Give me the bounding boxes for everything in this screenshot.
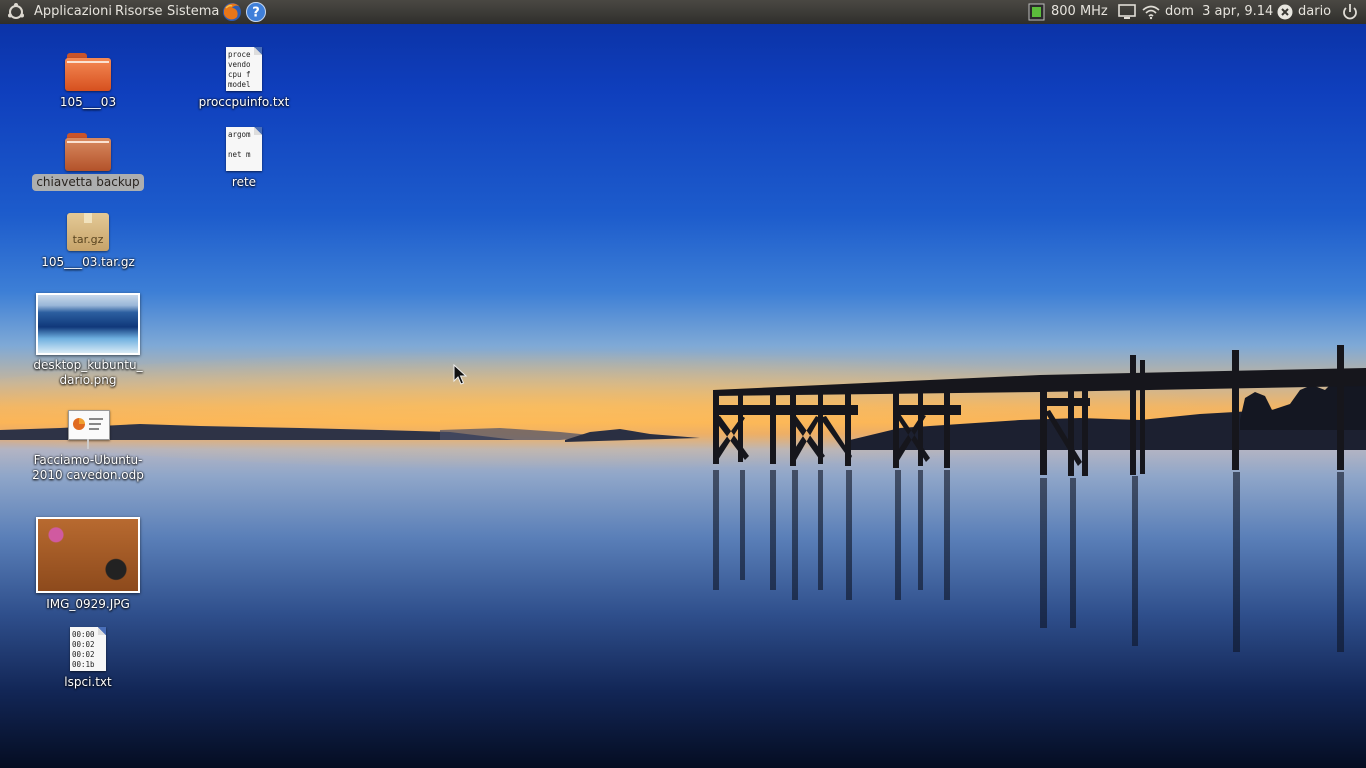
folder-icon: [65, 133, 111, 171]
folder-icon: [65, 53, 111, 91]
icon-label: desktop_kubuntu_ dario.png: [33, 358, 143, 387]
svg-text:?: ?: [252, 6, 260, 21]
desktop-background: Applicazioni Risorse Sistema ? 800 MHz d…: [0, 0, 1366, 768]
icon-label: Facciamo-Ubuntu- 2010 cavedon.odp: [32, 453, 144, 482]
menu-applicazioni[interactable]: Applicazioni: [34, 0, 112, 24]
clock[interactable]: dom 3 apr, 9.14: [1165, 0, 1273, 24]
desktop-icon-folder-105-03[interactable]: 105___03: [28, 53, 148, 111]
icon-label: IMG_0929.JPG: [46, 597, 130, 611]
presentation-icon: [68, 408, 110, 450]
user-name[interactable]: dario: [1298, 0, 1331, 24]
desktop-icon-archive[interactable]: tar.gz 105___03.tar.gz: [28, 213, 148, 271]
close-session-icon[interactable]: [1276, 0, 1294, 24]
text-file-icon: 00:00 00:02 00:02 00:1b: [70, 627, 106, 671]
menu-sistema[interactable]: Sistema: [167, 0, 219, 24]
icon-label: 105___03: [59, 95, 117, 109]
wifi-icon[interactable]: [1141, 0, 1161, 24]
menu-risorse[interactable]: Risorse: [115, 0, 163, 24]
icon-label: proccpuinfo.txt: [198, 95, 290, 109]
icon-label: chiavetta backup: [32, 174, 144, 191]
screenshot-thumbnail: [36, 293, 140, 355]
ubuntu-logo-icon[interactable]: [6, 0, 26, 24]
text-file-icon: proce vendo cpu f model: [226, 47, 262, 91]
power-icon[interactable]: [1340, 0, 1360, 24]
desktop-icon-photo[interactable]: IMG_0929.JPG: [28, 517, 148, 613]
desktop-icon-presentation[interactable]: Facciamo-Ubuntu- 2010 cavedon.odp: [28, 408, 148, 484]
icon-label: lspci.txt: [64, 675, 112, 689]
icon-label: rete: [231, 175, 257, 189]
cpu-frequency[interactable]: 800 MHz: [1051, 0, 1108, 24]
help-icon[interactable]: ?: [245, 0, 267, 24]
top-panel: Applicazioni Risorse Sistema ? 800 MHz d…: [0, 0, 1366, 24]
text-file-icon: argom net m: [226, 127, 262, 171]
desktop-icon-folder-chiavetta-backup[interactable]: chiavetta backup: [28, 133, 148, 191]
wallpaper-scene: [0, 345, 1366, 652]
monitor-icon[interactable]: [1117, 0, 1137, 24]
cpu-icon[interactable]: [1026, 0, 1048, 24]
icon-label: 105___03.tar.gz: [41, 255, 135, 269]
desktop-icon-proccpuinfo[interactable]: proce vendo cpu f model proccpuinfo.txt: [184, 47, 304, 111]
desktop-icon-rete[interactable]: argom net m rete: [184, 127, 304, 191]
firefox-icon[interactable]: [221, 0, 243, 24]
archive-badge: tar.gz: [72, 233, 104, 246]
archive-tape: [84, 213, 92, 223]
mouse-pointer-icon: [453, 364, 468, 385]
desktop-icon-screenshot[interactable]: desktop_kubuntu_ dario.png: [28, 293, 148, 389]
photo-thumbnail: [36, 517, 140, 593]
desktop-icon-lspci[interactable]: 00:00 00:02 00:02 00:1b lspci.txt: [28, 627, 148, 691]
archive-icon: tar.gz: [67, 213, 109, 251]
